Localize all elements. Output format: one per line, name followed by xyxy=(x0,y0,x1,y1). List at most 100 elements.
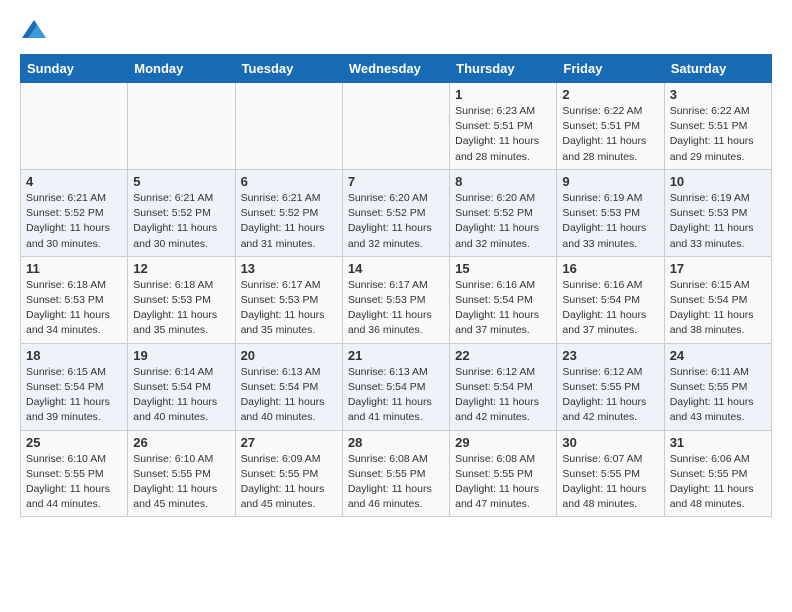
calendar-week-4: 18 Sunrise: 6:15 AMSunset: 5:54 PMDayligh… xyxy=(21,343,772,430)
day-detail: Sunrise: 6:08 AMSunset: 5:55 PMDaylight:… xyxy=(348,452,444,513)
day-detail: Sunrise: 6:22 AMSunset: 5:51 PMDaylight:… xyxy=(670,104,766,165)
day-number: 23 xyxy=(562,348,658,363)
calendar-cell: 3 Sunrise: 6:22 AMSunset: 5:51 PMDaylight… xyxy=(664,83,771,170)
day-detail: Sunrise: 6:11 AMSunset: 5:55 PMDaylight:… xyxy=(670,365,766,426)
day-number: 15 xyxy=(455,261,551,276)
calendar-cell xyxy=(342,83,449,170)
day-number: 16 xyxy=(562,261,658,276)
calendar-cell: 29Sunrise: 6:08 AMSunset: 5:55 PMDayligh… xyxy=(450,430,557,517)
day-number: 2 xyxy=(562,87,658,102)
day-detail: Sunrise: 6:09 AMSunset: 5:55 PMDaylight:… xyxy=(241,452,337,513)
day-detail: Sunrise: 6:06 AMSunset: 5:55 PMDaylight:… xyxy=(670,452,766,513)
calendar-cell: 17 Sunrise: 6:15 AMSunset: 5:54 PMDayligh… xyxy=(664,256,771,343)
day-number: 4 xyxy=(26,174,122,189)
day-number: 8 xyxy=(455,174,551,189)
day-number: 14 xyxy=(348,261,444,276)
day-detail: Sunrise: 6:17 AMSunset: 5:53 PMDaylight:… xyxy=(348,278,444,339)
calendar-cell: 14 Sunrise: 6:17 AMSunset: 5:53 PMDayligh… xyxy=(342,256,449,343)
day-detail: Sunrise: 6:18 AMSunset: 5:53 PMDaylight:… xyxy=(133,278,229,339)
day-number: 3 xyxy=(670,87,766,102)
day-number: 17 xyxy=(670,261,766,276)
day-detail: Sunrise: 6:07 AMSunset: 5:55 PMDaylight:… xyxy=(562,452,658,513)
calendar-cell: 7 Sunrise: 6:20 AMSunset: 5:52 PMDaylight… xyxy=(342,169,449,256)
day-number: 24 xyxy=(670,348,766,363)
calendar-cell: 20Sunrise: 6:13 AMSunset: 5:54 PMDayligh… xyxy=(235,343,342,430)
calendar-cell: 23Sunrise: 6:12 AMSunset: 5:55 PMDayligh… xyxy=(557,343,664,430)
day-number: 12 xyxy=(133,261,229,276)
header-monday: Monday xyxy=(128,55,235,83)
day-detail: Sunrise: 6:14 AMSunset: 5:54 PMDaylight:… xyxy=(133,365,229,426)
day-number: 20 xyxy=(241,348,337,363)
day-number: 22 xyxy=(455,348,551,363)
day-detail: Sunrise: 6:13 AMSunset: 5:54 PMDaylight:… xyxy=(348,365,444,426)
calendar-cell: 16 Sunrise: 6:16 AMSunset: 5:54 PMDayligh… xyxy=(557,256,664,343)
calendar-week-3: 11 Sunrise: 6:18 AMSunset: 5:53 PMDayligh… xyxy=(21,256,772,343)
calendar-cell: 26 Sunrise: 6:10 AMSunset: 5:55 PMDayligh… xyxy=(128,430,235,517)
calendar-cell: 12 Sunrise: 6:18 AMSunset: 5:53 PMDayligh… xyxy=(128,256,235,343)
calendar-cell xyxy=(128,83,235,170)
calendar-cell: 30 Sunrise: 6:07 AMSunset: 5:55 PMDayligh… xyxy=(557,430,664,517)
header-wednesday: Wednesday xyxy=(342,55,449,83)
day-number: 26 xyxy=(133,435,229,450)
day-detail: Sunrise: 6:12 AMSunset: 5:54 PMDaylight:… xyxy=(455,365,551,426)
day-number: 5 xyxy=(133,174,229,189)
day-detail: Sunrise: 6:19 AMSunset: 5:53 PMDaylight:… xyxy=(670,191,766,252)
calendar-week-1: 1 Sunrise: 6:23 AMSunset: 5:51 PMDaylight… xyxy=(21,83,772,170)
calendar-cell: 8Sunrise: 6:20 AMSunset: 5:52 PMDaylight… xyxy=(450,169,557,256)
header-saturday: Saturday xyxy=(664,55,771,83)
calendar-week-2: 4 Sunrise: 6:21 AMSunset: 5:52 PMDaylight… xyxy=(21,169,772,256)
day-detail: Sunrise: 6:17 AMSunset: 5:53 PMDaylight:… xyxy=(241,278,337,339)
day-detail: Sunrise: 6:21 AMSunset: 5:52 PMDaylight:… xyxy=(241,191,337,252)
day-number: 11 xyxy=(26,261,122,276)
day-number: 28 xyxy=(348,435,444,450)
day-detail: Sunrise: 6:16 AMSunset: 5:54 PMDaylight:… xyxy=(562,278,658,339)
day-number: 7 xyxy=(348,174,444,189)
calendar-cell: 4 Sunrise: 6:21 AMSunset: 5:52 PMDaylight… xyxy=(21,169,128,256)
day-number: 30 xyxy=(562,435,658,450)
calendar-cell: 28 Sunrise: 6:08 AMSunset: 5:55 PMDayligh… xyxy=(342,430,449,517)
day-detail: Sunrise: 6:16 AMSunset: 5:54 PMDaylight:… xyxy=(455,278,551,339)
day-number: 19 xyxy=(133,348,229,363)
day-detail: Sunrise: 6:10 AMSunset: 5:55 PMDaylight:… xyxy=(133,452,229,513)
logo xyxy=(20,20,46,38)
calendar-header-row: Sunday Monday Tuesday Wednesday Thursday… xyxy=(21,55,772,83)
calendar-cell: 24 Sunrise: 6:11 AMSunset: 5:55 PMDayligh… xyxy=(664,343,771,430)
calendar-cell: 21 Sunrise: 6:13 AMSunset: 5:54 PMDayligh… xyxy=(342,343,449,430)
day-detail: Sunrise: 6:21 AMSunset: 5:52 PMDaylight:… xyxy=(26,191,122,252)
calendar-table: Sunday Monday Tuesday Wednesday Thursday… xyxy=(20,54,772,517)
day-number: 25 xyxy=(26,435,122,450)
day-number: 18 xyxy=(26,348,122,363)
day-number: 6 xyxy=(241,174,337,189)
calendar-cell: 27 Sunrise: 6:09 AMSunset: 5:55 PMDayligh… xyxy=(235,430,342,517)
day-detail: Sunrise: 6:15 AMSunset: 5:54 PMDaylight:… xyxy=(670,278,766,339)
calendar-cell: 11 Sunrise: 6:18 AMSunset: 5:53 PMDayligh… xyxy=(21,256,128,343)
calendar-cell: 1 Sunrise: 6:23 AMSunset: 5:51 PMDaylight… xyxy=(450,83,557,170)
calendar-cell: 22 Sunrise: 6:12 AMSunset: 5:54 PMDayligh… xyxy=(450,343,557,430)
header-thursday: Thursday xyxy=(450,55,557,83)
day-number: 1 xyxy=(455,87,551,102)
day-detail: Sunrise: 6:18 AMSunset: 5:53 PMDaylight:… xyxy=(26,278,122,339)
calendar-cell: 10 Sunrise: 6:19 AMSunset: 5:53 PMDayligh… xyxy=(664,169,771,256)
day-number: 27 xyxy=(241,435,337,450)
header-tuesday: Tuesday xyxy=(235,55,342,83)
day-detail: Sunrise: 6:23 AMSunset: 5:51 PMDaylight:… xyxy=(455,104,551,165)
day-detail: Sunrise: 6:15 AMSunset: 5:54 PMDaylight:… xyxy=(26,365,122,426)
day-detail: Sunrise: 6:10 AMSunset: 5:55 PMDaylight:… xyxy=(26,452,122,513)
calendar-cell: 31 Sunrise: 6:06 AMSunset: 5:55 PMDayligh… xyxy=(664,430,771,517)
calendar-cell: 5Sunrise: 6:21 AMSunset: 5:52 PMDaylight… xyxy=(128,169,235,256)
day-number: 9 xyxy=(562,174,658,189)
day-detail: Sunrise: 6:20 AMSunset: 5:52 PMDaylight:… xyxy=(348,191,444,252)
calendar-cell xyxy=(21,83,128,170)
calendar-cell: 6 Sunrise: 6:21 AMSunset: 5:52 PMDaylight… xyxy=(235,169,342,256)
calendar-cell: 2Sunrise: 6:22 AMSunset: 5:51 PMDaylight… xyxy=(557,83,664,170)
calendar-cell: 25 Sunrise: 6:10 AMSunset: 5:55 PMDayligh… xyxy=(21,430,128,517)
header-sunday: Sunday xyxy=(21,55,128,83)
day-number: 10 xyxy=(670,174,766,189)
day-number: 31 xyxy=(670,435,766,450)
logo-icon xyxy=(22,20,46,38)
calendar-cell: 9 Sunrise: 6:19 AMSunset: 5:53 PMDaylight… xyxy=(557,169,664,256)
calendar-body: 1 Sunrise: 6:23 AMSunset: 5:51 PMDaylight… xyxy=(21,83,772,517)
page-header xyxy=(20,20,772,38)
day-detail: Sunrise: 6:19 AMSunset: 5:53 PMDaylight:… xyxy=(562,191,658,252)
day-number: 21 xyxy=(348,348,444,363)
